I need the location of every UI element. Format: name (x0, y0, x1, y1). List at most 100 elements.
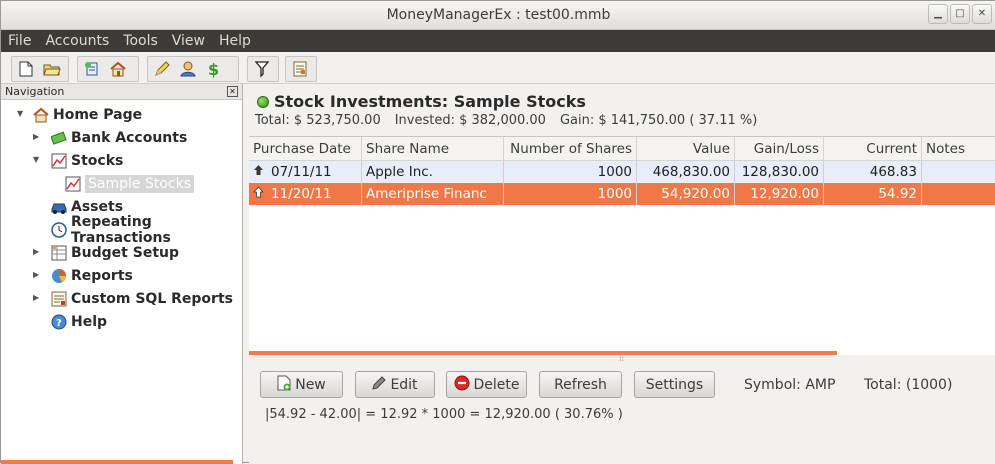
stock-investments-panel: Stock Investments: Sample Stocks Total: … (249, 84, 995, 464)
cell-current: 468.83 (824, 161, 922, 183)
tree-label: Repeating Transactions (71, 214, 171, 246)
tree-item-budget-setup[interactable]: ▶ Budget Setup (33, 243, 179, 263)
expand-arrow-icon[interactable]: ▶ (33, 132, 43, 141)
menu-tools[interactable]: Tools (116, 30, 165, 52)
page-heading: Stock Investments: Sample Stocks (257, 92, 586, 111)
menu-help[interactable]: Help (212, 30, 258, 52)
tree-label: Budget Setup (71, 245, 180, 261)
window-controls: ▁ □ ✕ (928, 4, 992, 24)
nav-scroll-indicator (1, 460, 233, 464)
home-icon[interactable] (108, 59, 128, 79)
tree-item-home-page[interactable]: ▼ Home Page (17, 105, 142, 125)
gain-arrow-up-icon (253, 161, 265, 183)
summary-bar: Total: $ 523,750.00 Invested: $ 382,000.… (255, 113, 757, 128)
symbol-label: Symbol: AMP (744, 377, 836, 393)
settings-button[interactable]: Settings (634, 371, 715, 398)
column-header-value[interactable]: Value (637, 137, 735, 161)
delete-button[interactable]: Delete (446, 371, 527, 398)
tree-item-stocks[interactable]: ▼ Stocks (33, 151, 123, 171)
collapse-arrow-icon[interactable]: ▼ (33, 155, 43, 164)
tree-item-help[interactable]: ? Help (51, 312, 107, 332)
window-title: MoneyManagerEx : test00.mmb (386, 7, 611, 23)
cell-notes (922, 183, 995, 205)
menu-accounts[interactable]: Accounts (38, 30, 116, 52)
tree-item-sample-stocks[interactable]: Sample Stocks (65, 174, 194, 194)
cell-share-name: Ameriprise Financ (362, 183, 504, 205)
svg-text:$: $ (208, 60, 219, 78)
cell-share-name: Apple Inc. (362, 161, 504, 183)
edit-button[interactable]: Edit (355, 371, 435, 398)
tree-item-reports[interactable]: ▶ Reports (33, 266, 133, 286)
tree-label: Help (71, 314, 108, 330)
close-button[interactable]: ✕ (972, 4, 992, 24)
tree-item-repeating-transactions[interactable]: Repeating Transactions (51, 214, 242, 246)
stock-chart-icon (65, 176, 81, 192)
column-header-gain-loss[interactable]: Gain/Loss (735, 137, 824, 161)
pencil-icon (372, 375, 387, 394)
column-header-number-of-shares[interactable]: Number of Shares (504, 137, 637, 161)
currency-icon[interactable]: $ (204, 59, 224, 79)
svg-text:?: ? (56, 318, 62, 329)
page-title: Stock Investments: Sample Stocks (274, 92, 586, 111)
cell-number-of-shares: 1000 (504, 161, 637, 183)
cell-value: 468,830.00 (637, 161, 735, 183)
stocks-table: Purchase Date Share Name Number of Share… (249, 136, 995, 355)
tree-label: Bank Accounts (71, 130, 188, 146)
new-button[interactable]: New (260, 371, 343, 398)
tree-label: Assets (71, 199, 124, 215)
tree-item-bank-accounts[interactable]: ▶ Bank Accounts (33, 128, 187, 148)
menu-view[interactable]: View (165, 30, 212, 52)
tree-item-custom-sql-reports[interactable]: ▶ Custom SQL Reports (33, 289, 233, 309)
table-row-selected[interactable]: 11/20/11 Ameriprise Financ 1000 54,920.0… (249, 183, 995, 205)
panel-splitter[interactable] (239, 264, 242, 364)
transaction-icon[interactable] (152, 59, 172, 79)
cell-gain-loss: 128,830.00 (735, 161, 824, 183)
tree-label: Stocks (71, 153, 124, 169)
status-indicator-icon (257, 95, 269, 108)
summary-total: Total: $ 523,750.00 (255, 113, 381, 128)
filter-icon[interactable] (252, 59, 272, 79)
menu-bar: File Accounts Tools View Help (1, 30, 995, 52)
toolbar-group-report (285, 56, 317, 82)
navigation-header: Navigation ✕ (1, 84, 242, 100)
expand-arrow-icon[interactable]: ▶ (33, 247, 43, 256)
organize-payees-icon[interactable] (178, 59, 198, 79)
column-header-share-name[interactable]: Share Name (362, 137, 504, 161)
minimize-button[interactable]: ▁ (928, 4, 948, 24)
navigation-panel: Navigation ✕ ▼ Home Page ▶ Bank Accounts… (1, 84, 243, 464)
help-icon: ? (51, 314, 67, 330)
sql-report-icon (51, 291, 67, 307)
action-bar: New Edit Delete Refresh Settings Symbol: (249, 355, 995, 464)
tree-label: Reports (71, 268, 133, 284)
menu-file[interactable]: File (1, 30, 38, 52)
title-bar: MoneyManagerEx : test00.mmb ▁ □ ✕ (1, 1, 995, 30)
expand-arrow-icon[interactable]: ▶ (33, 270, 43, 279)
cell-purchase-date: 07/11/11 (249, 161, 362, 183)
expand-arrow-icon[interactable]: ▶ (33, 293, 43, 302)
cell-current: 54.92 (824, 183, 922, 205)
navigation-title: Navigation (5, 85, 65, 98)
column-header-notes[interactable]: Notes (922, 137, 995, 161)
table-row[interactable]: 07/11/11 Apple Inc. 1000 468,830.00 128,… (249, 161, 995, 183)
cell-gain-loss: 12,920.00 (735, 183, 824, 205)
new-database-icon[interactable] (16, 59, 36, 79)
pie-chart-icon (51, 268, 67, 284)
toolbar-group-account (77, 56, 139, 82)
new-icon (277, 375, 291, 395)
column-header-purchase-date[interactable]: Purchase Date (249, 137, 362, 161)
open-database-icon[interactable] (42, 59, 62, 79)
close-icon[interactable]: ✕ (227, 86, 238, 97)
expand-arrow-icon[interactable]: ▼ (17, 109, 27, 118)
tree-label: Home Page (53, 107, 143, 123)
maximize-button[interactable]: □ (950, 4, 970, 24)
summary-invested: Invested: $ 382,000.00 (394, 113, 546, 128)
new-account-icon[interactable] (82, 59, 102, 79)
cell-number-of-shares: 1000 (504, 183, 637, 205)
column-header-current[interactable]: Current (824, 137, 922, 161)
app-window: MoneyManagerEx : test00.mmb ▁ □ ✕ File A… (0, 0, 995, 464)
refresh-button[interactable]: Refresh (539, 371, 622, 398)
tree-label: Custom SQL Reports (71, 291, 233, 307)
home-icon (33, 107, 49, 123)
report-icon[interactable] (290, 59, 310, 79)
bank-icon (51, 130, 67, 146)
